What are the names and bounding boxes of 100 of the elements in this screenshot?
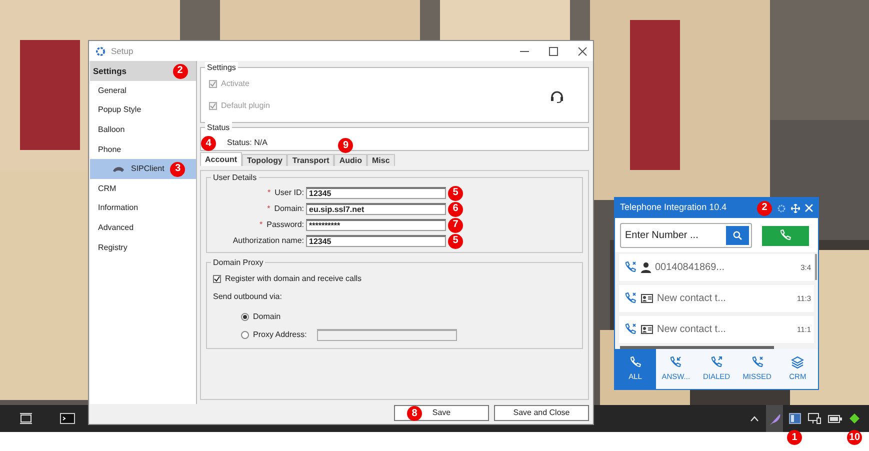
required-mark: * — [268, 188, 271, 197]
input-field[interactable]: eu.sip.ssl7.net — [306, 203, 446, 215]
group-title: Domain Proxy — [211, 257, 266, 268]
call-button[interactable] — [762, 226, 809, 246]
monitor-icon[interactable] — [808, 413, 821, 424]
number-badge: 7 — [448, 218, 463, 232]
radio-button[interactable] — [241, 331, 249, 339]
number-badge: 8 — [407, 406, 422, 421]
app-window-icon[interactable] — [788, 413, 800, 424]
missed-call-icon — [750, 356, 764, 369]
tab[interactable]: Transport — [287, 154, 334, 166]
status-text: Status: N/A — [227, 138, 268, 147]
headset-icon — [550, 90, 564, 103]
input-field[interactable]: 12345 — [306, 235, 446, 247]
terminal-icon[interactable] — [60, 413, 75, 424]
sidebar-header: Settings — [93, 64, 127, 78]
number-badge: 10 — [847, 430, 862, 445]
call-name: New contact t... — [657, 323, 726, 337]
number-badge: 3 — [170, 162, 186, 177]
sidebar-label: Phone — [98, 144, 122, 156]
number-badge: 5 — [448, 234, 463, 248]
maximize-icon[interactable] — [549, 46, 558, 56]
move-icon[interactable] — [791, 204, 800, 212]
sidebar-item[interactable]: Information — [90, 198, 196, 218]
number-badge: 5 — [448, 186, 463, 200]
task-view-icon[interactable] — [20, 413, 32, 424]
tab[interactable]: Topology — [242, 154, 288, 166]
call-name: 00140841869... — [655, 261, 725, 275]
field-label: Authorization name: — [232, 236, 304, 245]
sidebar-label: SIPClient — [131, 163, 164, 176]
gear-icon — [95, 46, 106, 56]
sidebar-item[interactable]: CRM — [90, 178, 196, 199]
sidebar-label: General — [98, 84, 126, 97]
check-icon — [214, 276, 220, 282]
group-title: Status — [205, 122, 232, 133]
sidebar-item[interactable]: Registry — [90, 238, 196, 258]
layers-icon — [791, 356, 804, 369]
field-label: Password: — [266, 220, 304, 229]
tab[interactable]: Account — [200, 152, 242, 166]
search-box[interactable]: Enter Number ... — [620, 223, 752, 248]
check-icon — [210, 81, 216, 87]
settings-icon[interactable] — [777, 204, 786, 212]
missed-call-icon — [624, 323, 637, 336]
widget-title: Telephone Integration 10.4 — [620, 201, 727, 214]
search-icon — [733, 231, 742, 240]
radio-label: Domain — [253, 311, 281, 323]
scrollbar[interactable] — [620, 346, 774, 349]
checkbox-label: Activate — [221, 78, 250, 90]
number-badge: 1 — [787, 430, 802, 445]
check-icon — [210, 103, 216, 109]
battery-icon[interactable] — [828, 414, 842, 422]
close-icon[interactable] — [578, 46, 587, 56]
incoming-call-icon — [669, 356, 682, 369]
sidebar-label: Balloon — [98, 124, 125, 136]
number-badge: 2 — [172, 64, 188, 78]
contact-card-icon — [641, 325, 653, 334]
sidebar-item[interactable]: General — [90, 81, 196, 101]
group-title: User Details — [211, 172, 259, 183]
checkbox[interactable] — [213, 275, 221, 283]
search-button[interactable] — [726, 226, 749, 245]
tab[interactable]: Misc — [366, 154, 395, 166]
sidebar-label: Advanced — [98, 222, 134, 234]
person-icon — [641, 262, 651, 273]
group-title: Settings — [205, 62, 238, 73]
sidebar-item[interactable]: SIPClient 3 — [90, 159, 196, 179]
sidebar-item[interactable]: Popup Style — [90, 100, 196, 120]
missed-call-icon — [624, 261, 637, 274]
field-label: Send outbound via: — [213, 291, 283, 303]
required-mark: * — [267, 204, 270, 213]
sidebar-label: Popup Style — [98, 104, 142, 116]
tab[interactable]: Audio — [334, 154, 367, 166]
sidebar-item[interactable]: Balloon — [90, 120, 196, 140]
scrollbar[interactable] — [815, 254, 817, 280]
input-field[interactable] — [316, 329, 457, 341]
input-field[interactable]: ********** — [306, 219, 446, 231]
sidebar-item[interactable]: Phone — [90, 140, 196, 160]
outgoing-call-icon — [710, 356, 723, 369]
feather-icon[interactable] — [768, 412, 782, 426]
sidebar-item[interactable]: Advanced — [90, 218, 196, 238]
radio-button[interactable] — [241, 313, 249, 321]
number-badge: 6 — [448, 202, 463, 216]
field-label: User ID: — [274, 188, 304, 197]
radio-label: Proxy Address: — [253, 329, 307, 341]
sidebar-label: CRM — [98, 182, 116, 195]
number-badge: 2 — [757, 200, 772, 216]
dialog-button[interactable]: Save and Close — [494, 405, 589, 421]
missed-call-icon — [624, 292, 637, 305]
required-mark: * — [260, 220, 263, 229]
sidebar-label: Information — [98, 202, 138, 214]
chevron-up-icon[interactable] — [750, 416, 759, 422]
window-title: Setup — [111, 44, 134, 58]
diamond-icon[interactable] — [849, 413, 860, 424]
input-field[interactable]: 12345 — [306, 187, 446, 199]
field-label: Domain: — [274, 204, 304, 213]
dialog-button[interactable]: 8 Save — [394, 405, 489, 421]
sidebar-label: Registry — [98, 242, 128, 254]
contact-card-icon — [641, 294, 653, 303]
checkbox-label: Register with domain and receive calls — [225, 273, 362, 285]
call-name: New contact t... — [657, 292, 726, 306]
checkbox-label: Default plugin — [221, 100, 270, 112]
